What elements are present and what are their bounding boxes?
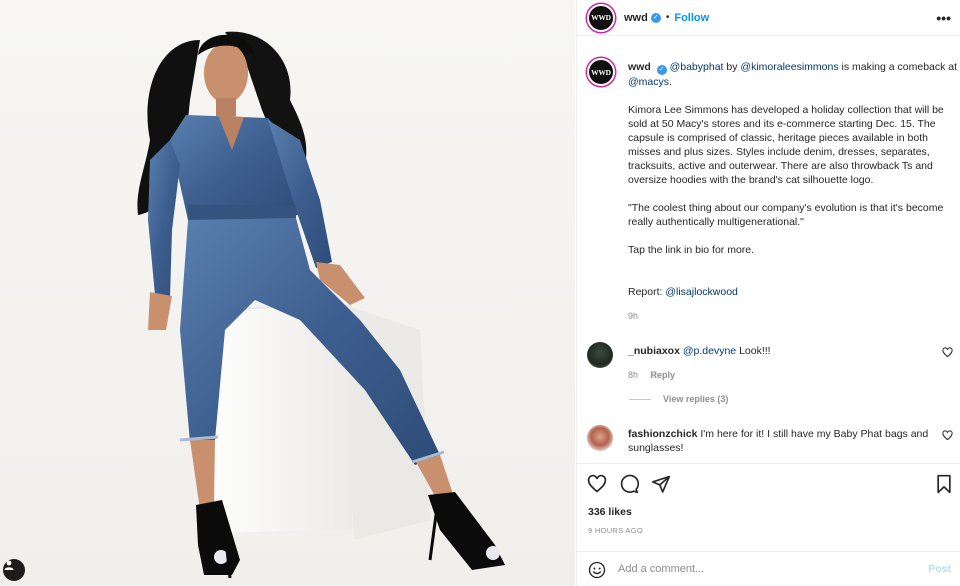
mention-link[interactable]: @macys	[628, 76, 669, 88]
mention-link[interactable]: @lisajlockwood	[665, 286, 738, 298]
author-avatar[interactable]: WWD	[587, 3, 615, 32]
post-details-panel: WWD wwd ✓ • Follow ••• WWD wwd ✓ @babyph…	[576, 0, 960, 586]
post-header: WWD wwd ✓ • Follow •••	[577, 0, 960, 36]
post-date[interactable]: 9 HOURS AGO	[588, 526, 643, 535]
reply-button[interactable]: Reply	[651, 370, 676, 380]
add-comment-bar: Post	[577, 551, 960, 586]
verified-icon: ✓	[650, 12, 661, 23]
report-label: Report:	[628, 286, 663, 298]
comment-username[interactable]: fashionzchick	[628, 428, 697, 440]
caption-username[interactable]: wwd	[628, 61, 651, 73]
comment-icon[interactable]	[619, 474, 639, 494]
comment-time[interactable]: 8h	[628, 370, 638, 380]
comment-username[interactable]: _nubiaxox	[628, 345, 680, 357]
caption-report-line: Report: @lisajlockwood	[628, 285, 958, 299]
heart-icon[interactable]	[942, 347, 953, 358]
replies-divider	[629, 398, 651, 400]
mention-link[interactable]: @p.devyne	[683, 345, 736, 357]
commenter-avatar[interactable]	[587, 342, 613, 368]
emoji-icon[interactable]	[588, 561, 606, 579]
comment-input[interactable]	[618, 560, 908, 578]
more-icon[interactable]: •••	[936, 10, 951, 26]
bookmark-icon[interactable]	[935, 474, 953, 494]
post-photo[interactable]	[0, 0, 575, 586]
heart-icon[interactable]	[942, 430, 953, 441]
post-comment-button[interactable]: Post	[928, 563, 951, 575]
action-bar	[577, 463, 960, 508]
caption-text: wwd ✓ @babyphat by @kimoraleesimmons is …	[628, 60, 958, 323]
user-tag-icon	[4, 560, 14, 570]
comment-text: fashionzchick I'm here for it! I still h…	[628, 427, 938, 455]
comment-body: Look!!!	[739, 345, 771, 357]
user-tag-button[interactable]	[3, 559, 25, 581]
follow-button[interactable]: Follow	[674, 12, 709, 24]
caption-paragraph: Tap the link in bio for more.	[628, 244, 755, 256]
caption-paragraph: Kimora Lee Simmons has developed a holid…	[628, 104, 944, 186]
comment-text: _nubiaxox @p.devyne Look!!! 8h Reply	[628, 344, 938, 382]
avatar-logo-text: WWD	[591, 13, 611, 22]
commenter-avatar[interactable]	[587, 425, 613, 451]
separator-dot: •	[665, 12, 670, 23]
author-username[interactable]: wwd	[624, 12, 648, 24]
view-replies-label: View replies (3)	[663, 394, 729, 404]
verified-icon: ✓	[656, 65, 667, 75]
photo-illustration	[137, 31, 505, 579]
caption-text-segment: by	[726, 61, 738, 73]
heart-icon[interactable]	[587, 474, 607, 494]
mention-link[interactable]: @kimoraleesimmons	[740, 61, 838, 73]
caption-period: .	[669, 76, 672, 88]
caption-quote: "The coolest thing about our company's e…	[628, 202, 944, 228]
caption-text-segment: is making a comeback at	[841, 61, 958, 73]
mention-link[interactable]: @babyphat	[670, 61, 724, 73]
caption-timestamp[interactable]: 9h	[628, 309, 958, 323]
comment-meta: 8h Reply	[628, 368, 938, 382]
likes-count[interactable]: 336 likes	[588, 506, 632, 518]
caption-avatar[interactable]: WWD	[587, 58, 615, 86]
view-replies-button[interactable]: View replies (3)	[629, 394, 728, 404]
avatar-logo-text: WWD	[591, 67, 611, 77]
share-icon[interactable]	[651, 474, 671, 494]
